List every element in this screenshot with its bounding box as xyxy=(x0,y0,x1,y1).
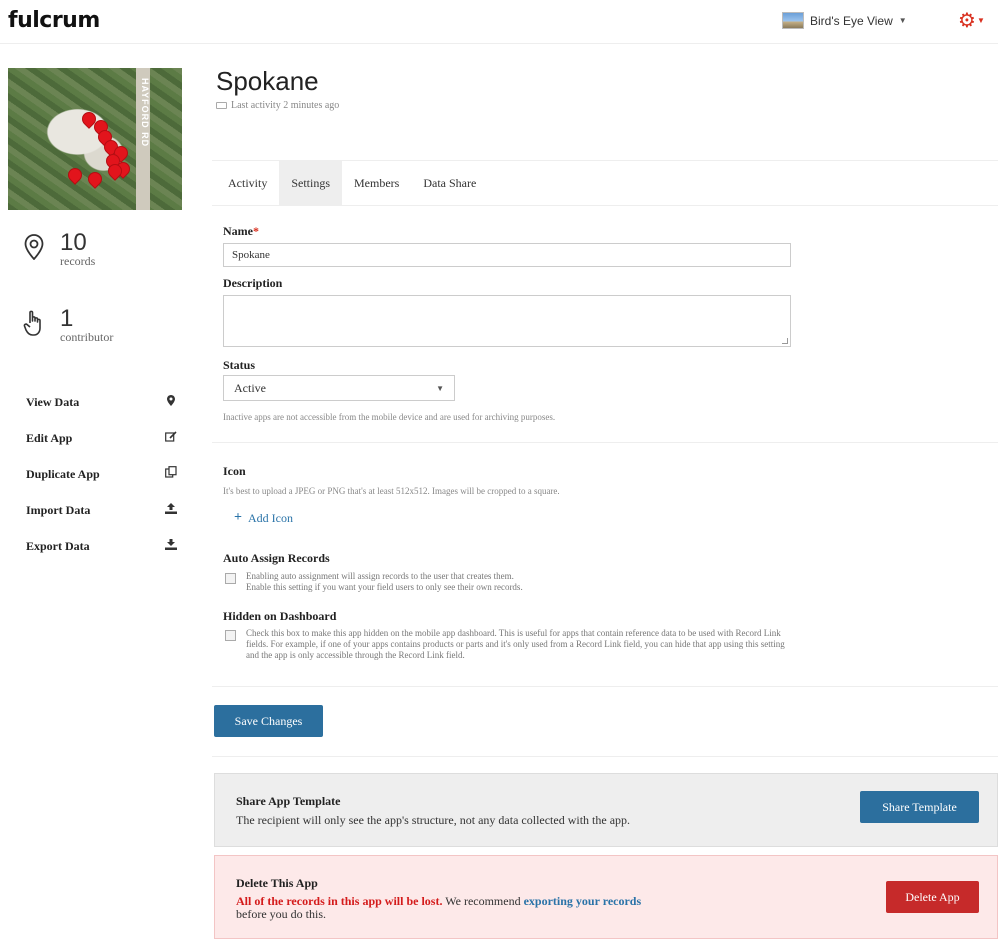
auto-assign-label: Auto Assign Records xyxy=(223,551,330,565)
hand-pointer-icon xyxy=(22,308,46,338)
plus-icon: + xyxy=(234,510,242,525)
hidden-dashboard-row: Check this box to make this app hidden o… xyxy=(225,628,785,661)
description-label: Description xyxy=(223,276,283,290)
org-menu[interactable]: Bird's Eye View ▼ xyxy=(782,12,907,29)
hidden-dashboard-text-line: and the app is only accessible through t… xyxy=(246,650,465,660)
top-bar: fulcrum Bird's Eye View ▼ ⚙ ▼ xyxy=(0,0,998,44)
delete-app-button[interactable]: Delete App xyxy=(886,881,979,913)
status-help: Inactive apps are not accessible from th… xyxy=(223,412,556,422)
map-pin-outline-icon xyxy=(22,232,46,262)
map-pin xyxy=(65,165,85,185)
add-icon-label: Add Icon xyxy=(247,510,293,525)
nav-duplicate-app-label: Duplicate App xyxy=(26,466,100,481)
caret-down-icon: ▼ xyxy=(436,383,444,393)
caret-down-icon: ▼ xyxy=(976,16,985,25)
divider xyxy=(212,756,998,757)
org-avatar xyxy=(782,12,804,29)
last-activity: Last activity 2 minutes ago xyxy=(216,100,339,111)
add-icon-button[interactable]: + Add Icon xyxy=(234,510,293,526)
duplicate-icon xyxy=(164,466,178,482)
share-template-text: The recipient will only see the app's st… xyxy=(236,813,631,827)
activity-icon xyxy=(216,102,227,109)
share-template-button[interactable]: Share Template xyxy=(860,791,979,823)
map-marker-icon xyxy=(164,394,178,410)
name-label-text: Name xyxy=(223,224,253,238)
auto-assign-row: Enabling auto assignment will assign rec… xyxy=(225,571,523,593)
page-title: Spokane xyxy=(216,66,319,96)
records-stat: 10 records xyxy=(22,229,96,269)
nav-view-data-label: View Data xyxy=(26,394,80,409)
delete-text-after: before you do this. xyxy=(236,907,326,921)
nav-export-data-label: Export Data xyxy=(26,538,90,553)
caret-down-icon: ▼ xyxy=(898,16,907,25)
delete-text-before-link: We recommend xyxy=(442,894,524,908)
auto-assign-text-line: Enable this setting if you want your fie… xyxy=(246,582,523,592)
nav-edit-app-label: Edit App xyxy=(26,430,73,445)
sidebar: HAYFORD RD 10 records 1 contributor View xyxy=(0,44,198,939)
name-label: Name* xyxy=(223,224,259,239)
nav-edit-app[interactable]: Edit App xyxy=(0,420,198,456)
edit-icon xyxy=(164,430,178,446)
delete-app-title: Delete This App xyxy=(236,876,318,890)
records-label: records xyxy=(60,254,96,268)
name-input[interactable]: Spokane xyxy=(223,243,791,267)
org-name: Bird's Eye View xyxy=(810,13,893,28)
hidden-dashboard-description: Check this box to make this app hidden o… xyxy=(246,628,785,661)
status-select-value: Active xyxy=(234,380,266,395)
gear-icon: ⚙ xyxy=(958,10,976,32)
nav-import-data-label: Import Data xyxy=(26,502,91,517)
status-select[interactable]: Active ▼ xyxy=(223,375,455,401)
main-content: Spokane Last activity 2 minutes ago Acti… xyxy=(212,44,998,939)
save-changes-button[interactable]: Save Changes xyxy=(214,705,323,737)
required-marker: * xyxy=(253,224,259,238)
download-icon xyxy=(164,538,178,554)
divider xyxy=(212,686,998,687)
nav-import-data[interactable]: Import Data xyxy=(0,492,198,528)
settings-menu[interactable]: ⚙ ▼ xyxy=(958,8,985,33)
auto-assign-description: Enabling auto assignment will assign rec… xyxy=(246,571,523,593)
last-activity-text: Last activity 2 minutes ago xyxy=(231,100,340,111)
description-textarea[interactable] xyxy=(223,295,791,347)
delete-app-text: All of the records in this app will be l… xyxy=(236,895,641,921)
hidden-dashboard-text-line: fields. For example, if one of your apps… xyxy=(246,639,785,649)
delete-warning: All of the records in this app will be l… xyxy=(236,894,443,908)
auto-assign-text-line: Enabling auto assignment will assign rec… xyxy=(246,571,514,581)
export-records-link[interactable]: exporting your records xyxy=(524,894,642,908)
icon-label: Icon xyxy=(223,464,246,478)
tab-data-share[interactable]: Data Share xyxy=(411,161,488,205)
app-map-thumbnail[interactable]: HAYFORD RD xyxy=(8,68,182,210)
nav-duplicate-app[interactable]: Duplicate App xyxy=(0,456,198,492)
map-road-label: HAYFORD RD xyxy=(140,78,150,148)
status-label: Status xyxy=(223,358,256,372)
contributors-label: contributor xyxy=(60,330,114,344)
upload-icon xyxy=(164,502,178,518)
records-count: 10 xyxy=(60,229,87,256)
app-tabs: Activity Settings Members Data Share xyxy=(212,160,998,206)
contributors-stat: 1 contributor xyxy=(22,305,114,345)
auto-assign-checkbox[interactable] xyxy=(225,573,236,584)
map-pin xyxy=(85,169,105,189)
contributors-count: 1 xyxy=(60,305,74,332)
delete-app-panel: Delete This App All of the records in th… xyxy=(214,855,998,939)
share-template-title: Share App Template xyxy=(236,794,341,808)
tab-members[interactable]: Members xyxy=(342,161,411,205)
nav-export-data[interactable]: Export Data xyxy=(0,528,198,564)
app-actions-nav: View Data Edit App Duplicate App Import … xyxy=(0,384,198,564)
divider xyxy=(212,442,998,443)
nav-view-data[interactable]: View Data xyxy=(0,384,198,420)
resize-handle[interactable] xyxy=(782,338,788,344)
tab-settings[interactable]: Settings xyxy=(279,161,342,205)
tab-activity[interactable]: Activity xyxy=(216,161,279,205)
fulcrum-logo[interactable]: fulcrum xyxy=(8,8,100,33)
hidden-dashboard-label: Hidden on Dashboard xyxy=(223,609,337,623)
share-template-panel: Share App Template The recipient will on… xyxy=(214,773,998,847)
hidden-dashboard-text-line: Check this box to make this app hidden o… xyxy=(246,628,781,638)
hidden-dashboard-checkbox[interactable] xyxy=(225,630,236,641)
icon-help: It's best to upload a JPEG or PNG that's… xyxy=(223,486,560,496)
